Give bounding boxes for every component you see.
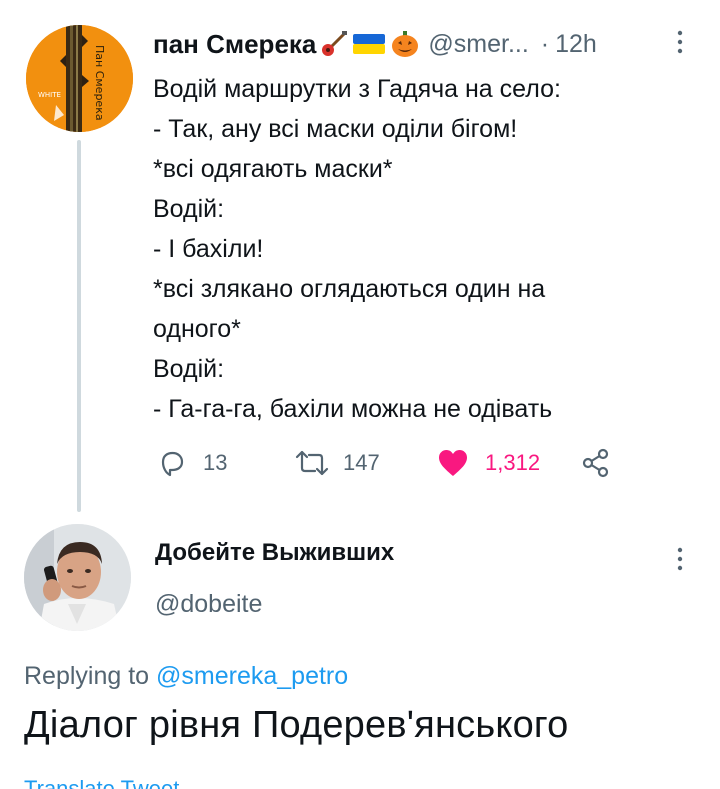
tweet-line: *всі злякано оглядаються один на (153, 275, 546, 303)
man-on-phone-avatar (24, 524, 131, 631)
share-icon (582, 448, 609, 478)
tweet-line: - Га-га-га, бахіли можна не одівать (153, 395, 553, 423)
reply-button[interactable]: 13 (157, 443, 227, 483)
tweet-line: - І бахіли! (153, 235, 264, 263)
reply-icon (161, 451, 184, 477)
reply-count: 13 (203, 450, 228, 475)
header-separator: · (540, 29, 550, 58)
translate-tweet-link[interactable]: Translate Tweet (24, 776, 179, 789)
tweet-line: одного* (153, 315, 241, 343)
tweet-line: Водій: (153, 195, 225, 223)
reply-author-handle[interactable]: @dobeite (155, 590, 262, 619)
tweet-text: Водій маршрутки з Гадяча на село: - Так,… (153, 69, 703, 429)
more-options-icon[interactable] (675, 28, 685, 63)
pumpkin-emoji (390, 29, 420, 59)
heart-filled-icon (439, 450, 467, 476)
svg-text:Пан Смерека: Пан Смерека (93, 45, 106, 121)
guitar-emoji (320, 30, 348, 58)
author-avatar[interactable]: Пан Смерека WHITE (26, 25, 133, 132)
replying-to: Replying to @smereka_petro (24, 662, 348, 691)
retweet-count: 147 (343, 450, 380, 475)
tweet-line: Водій маршрутки з Гадяча на село: (153, 75, 561, 103)
reply-author-avatar[interactable] (24, 524, 131, 631)
tweet-main[interactable]: пан Смерека @smer... · 12h Водій маршрут… (153, 22, 703, 429)
like-button[interactable]: 1,312 (437, 443, 540, 483)
orange-avatar-icon: Пан Смерека WHITE (26, 25, 133, 132)
retweet-icon (295, 450, 329, 476)
like-count: 1,312 (485, 450, 541, 475)
replying-to-label: Replying to (24, 662, 150, 690)
reply-author-name[interactable]: Добейте Выживших (155, 539, 394, 567)
ukraine-flag-emoji (352, 32, 386, 56)
tweet-line: - Так, ану всі маски оділи бігом! (153, 115, 518, 143)
tweet-header: пан Смерека @smer... · 12h (153, 22, 703, 66)
tweet-time[interactable]: 12h (555, 30, 597, 59)
tweet-line: *всі одягають маски* (153, 155, 393, 183)
reply-text: Діалог рівня Подерев'янського (24, 704, 569, 746)
tweet-actions: 13 147 1,312 (153, 443, 623, 483)
tweet-line: Водій: (153, 355, 225, 383)
reply-more-options-icon[interactable] (675, 545, 685, 580)
retweet-button[interactable]: 147 (295, 443, 380, 483)
author-handle[interactable]: @smer... (428, 30, 528, 59)
thread-line (77, 140, 81, 512)
share-button[interactable] (581, 443, 611, 483)
svg-text:WHITE: WHITE (38, 91, 61, 99)
author-name[interactable]: пан Смерека (153, 29, 316, 60)
replying-to-handle[interactable]: @smereka_petro (156, 662, 348, 690)
